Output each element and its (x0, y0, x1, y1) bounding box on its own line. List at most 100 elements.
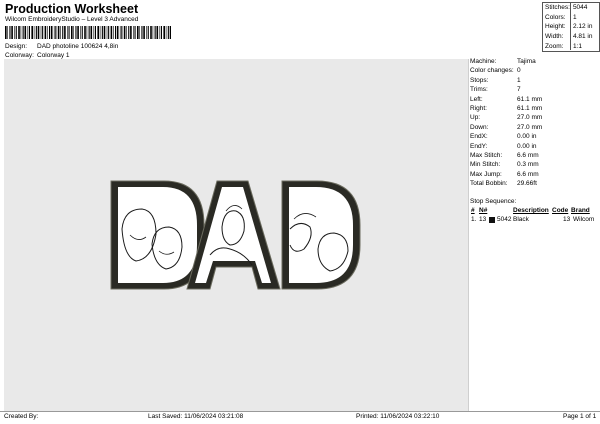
barcode-bar (130, 26, 132, 39)
barcode-bar (20, 26, 22, 39)
stop-column-header: Code (552, 207, 569, 214)
info-value: 29.66ft (517, 180, 537, 188)
info-label: Right: (470, 105, 487, 112)
summary-label: Colors: (545, 13, 566, 21)
stop-cell-stitches: 5042 (497, 216, 512, 223)
barcode-bar (88, 26, 90, 39)
info-label: Stops: (470, 76, 489, 84)
info-label: Machine: (470, 58, 497, 65)
stop-column-header: N# (479, 207, 488, 214)
summary-label: Width: (545, 33, 564, 41)
last-saved: Last Saved: 11/06/2024 03:21:08 (148, 413, 244, 420)
barcode-bar (73, 26, 74, 39)
barcode-bar (146, 26, 147, 39)
color-swatch (489, 217, 495, 223)
info-value: 61.1 mm (517, 105, 543, 112)
info-value: 6.6 mm (517, 152, 539, 159)
barcode-bar (154, 26, 156, 39)
barcode-bar (44, 26, 47, 39)
barcode-bar (139, 26, 140, 39)
barcode-bar (121, 26, 123, 39)
info-value: 0.00 in (517, 142, 537, 150)
barcode-bar (159, 26, 161, 39)
barcode-bar (123, 26, 126, 39)
panel-divider (468, 59, 469, 411)
printed-date: Printed: 11/06/2024 03:22:10 (356, 413, 440, 420)
info-label: Up: (470, 114, 481, 122)
barcode-bar (53, 26, 55, 39)
barcode-bar (22, 26, 24, 39)
barcode-bar (169, 26, 171, 39)
barcode-bar (93, 26, 95, 39)
barcode-bar (15, 26, 17, 39)
info-label: Max Stitch: (470, 152, 503, 159)
barcode-bar (81, 26, 83, 39)
barcode-bar (86, 26, 88, 39)
stop-cell-description: Black (513, 216, 529, 223)
barcode-bar (18, 26, 20, 39)
barcode-bar (99, 26, 101, 39)
stop-cell-brand: Wilcom (573, 216, 595, 223)
barcode-bar (75, 26, 77, 39)
barcode-bar (49, 26, 51, 39)
barcode-bar (101, 26, 103, 39)
barcode-bar (55, 26, 57, 39)
barcode-bar (94, 26, 96, 39)
footer-divider (0, 411, 600, 412)
info-label: Left: (470, 95, 483, 103)
summary-label: Height: (545, 23, 566, 31)
design-name: DAD photoline 100624 4,8in (37, 43, 119, 50)
barcode-bar (165, 26, 167, 39)
summary-label: Zoom: (545, 42, 564, 50)
barcode-bar (113, 26, 114, 39)
barcode-bar (62, 26, 64, 39)
barcode-bar (7, 26, 8, 39)
barcode-bar (126, 26, 127, 39)
barcode-bar (103, 26, 106, 39)
barcode-bar (50, 26, 53, 39)
design-label: Design: (5, 43, 28, 50)
summary-row: Colors: 1 (544, 13, 594, 23)
stop-cell-n: 13 (479, 216, 487, 223)
page-number: Page 1 of 1 (563, 413, 597, 420)
barcode-bar (9, 26, 11, 39)
summary-row: Height: 2.12 in (544, 22, 594, 32)
barcode-bar (57, 26, 60, 39)
info-value: 0.3 mm (517, 161, 539, 169)
barcode-bar (42, 26, 44, 39)
barcode-bar (27, 26, 29, 39)
barcode (5, 26, 171, 39)
barcode-bar (167, 26, 169, 39)
barcode-bar (97, 26, 99, 39)
stop-column-header: # (471, 207, 475, 214)
barcode-bar (24, 26, 27, 39)
stop-cell-code: 13 (563, 216, 571, 223)
software-subtitle: Wilcom EmbroideryStudio – Level 3 Advanc… (5, 16, 139, 23)
info-value: 27.0 mm (517, 123, 543, 131)
barcode-bar (128, 26, 130, 39)
summary-row: Width: 4.81 in (544, 32, 594, 42)
barcode-bar (137, 26, 139, 39)
barcode-bar (37, 26, 40, 39)
barcode-bar (77, 26, 79, 39)
info-label: Min Stitch: (470, 161, 501, 169)
barcode-bar (64, 26, 66, 39)
summary-value: 1 (572, 13, 577, 21)
info-value: 61.1 mm (517, 95, 543, 103)
barcode-bar (60, 26, 61, 39)
barcode-bar (110, 26, 113, 39)
barcode-bar (5, 26, 7, 39)
barcode-bar (115, 26, 117, 39)
barcode-bar (108, 26, 110, 39)
letter-d-right (281, 180, 361, 290)
info-value: 1 (517, 76, 521, 84)
barcode-bar (47, 26, 48, 39)
created-by: Created By: (4, 413, 39, 420)
letter-d-left (110, 180, 205, 290)
stop-column-header: Brand (571, 207, 590, 214)
info-label: Total Bobbin: (470, 180, 508, 188)
summary-value: 1:1 (572, 42, 582, 50)
barcode-bar (141, 26, 143, 39)
info-value: 0.00 in (517, 133, 537, 141)
barcode-bar (106, 26, 108, 39)
